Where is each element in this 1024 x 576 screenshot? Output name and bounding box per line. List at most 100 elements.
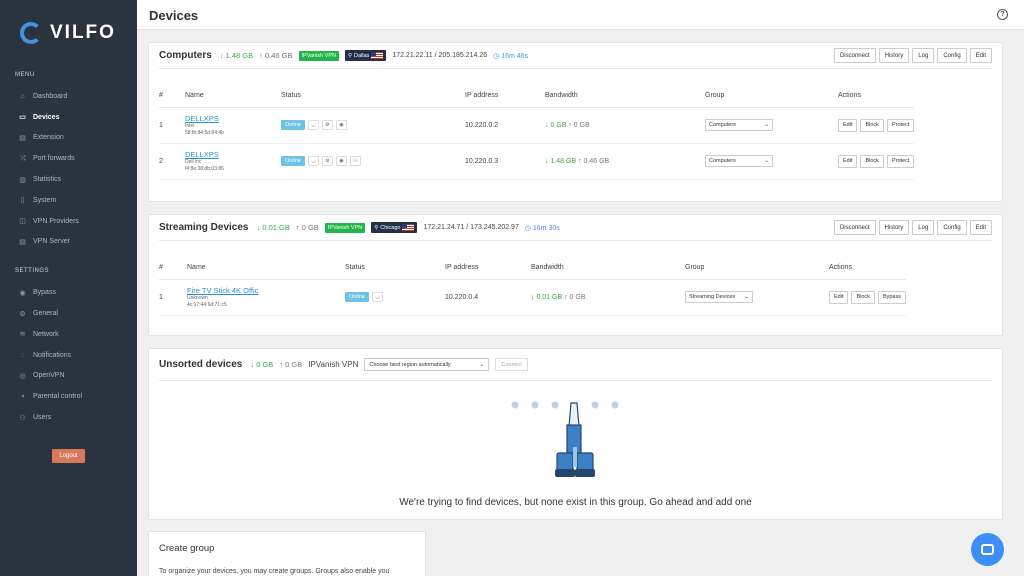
sidebar-item-label: Statistics xyxy=(33,176,62,184)
device-name-link[interactable]: DELLXPS xyxy=(185,114,281,123)
devices-table: # Name Status IP address Bandwidth Group Actio… xyxy=(159,85,915,180)
brand-logo[interactable]: VILFO xyxy=(0,0,137,50)
block-button[interactable]: Block xyxy=(851,290,875,304)
shield-icon[interactable]: ◡ xyxy=(307,120,319,130)
log-button[interactable]: Log xyxy=(912,220,935,235)
help-icon[interactable]: ? xyxy=(997,9,1008,20)
device-vendor: Unknown xyxy=(187,294,208,301)
bandwidth-cell: ↓ 0 GB ↑ 0 GB xyxy=(545,107,705,144)
sidebar-item-notifications[interactable]: ◌ Notifications xyxy=(0,345,137,366)
disconnect-button[interactable]: Disconnect xyxy=(833,220,876,235)
user-icon[interactable]: ⚇ xyxy=(349,156,361,166)
sidebar-item-vpn-providers[interactable]: ◫ VPN Providers xyxy=(0,211,137,232)
vpn-providers-icon: ◫ xyxy=(19,218,26,226)
edit-button[interactable]: Edit xyxy=(969,48,992,63)
eye-icon[interactable]: ◉ xyxy=(335,120,347,130)
actions-cell: Edit Block Protect xyxy=(838,107,915,144)
block-button[interactable]: Block xyxy=(860,118,884,132)
log-button[interactable]: Log xyxy=(912,48,935,63)
sidebar-item-openvpn[interactable]: ◎ OpenVPN xyxy=(0,366,137,387)
upload-stat: ↑ 0 GB xyxy=(279,360,303,369)
group-select[interactable]: Computers ⌄ xyxy=(705,119,773,131)
binoculars-illustration xyxy=(511,401,619,477)
devices-icon: ▭ xyxy=(19,114,26,122)
group-select[interactable]: Computers ⌄ xyxy=(705,155,773,167)
eye-icon[interactable]: ◉ xyxy=(335,156,347,166)
location-label: Dallas xyxy=(354,52,370,59)
sidebar-item-general[interactable]: ⚙ General xyxy=(0,303,137,324)
protect-button[interactable]: Protect xyxy=(886,154,915,168)
row-actions: Edit Block Protect xyxy=(838,154,915,168)
vpn-badge: IPVanish VPN xyxy=(324,222,366,233)
group-uptime: ◷ 16m 30s xyxy=(524,224,560,232)
gear-icon[interactable]: ⚙ xyxy=(321,120,333,130)
logout-button[interactable]: Logout xyxy=(52,449,85,463)
gear-icon[interactable]: ⚙ xyxy=(321,156,333,166)
edit-button[interactable]: Edit xyxy=(838,118,858,132)
group-cell: Computers ⌄ xyxy=(705,143,838,180)
edit-button[interactable]: Edit xyxy=(838,154,858,168)
column-header: Status xyxy=(345,257,445,280)
config-button[interactable]: Config xyxy=(937,220,967,235)
group-ip: 172.21.24.71 / 173.245.202.97 xyxy=(423,224,519,231)
sidebar-item-statistics[interactable]: ▥ Statistics xyxy=(0,169,137,190)
system-icon: ▯ xyxy=(20,197,25,205)
status-group: Online ◡ ⚙ ◉ xyxy=(281,120,465,130)
sidebar-item-dashboard[interactable]: ⌂ Dashboard xyxy=(0,86,137,107)
history-button[interactable]: History xyxy=(878,48,910,63)
sidebar-item-system[interactable]: ▯ System xyxy=(0,190,137,211)
column-header: Actions xyxy=(829,257,906,280)
group-title: Streaming Devices xyxy=(159,222,249,233)
sidebar-item-label: VPN Server xyxy=(33,238,70,246)
statistics-icon: ▥ xyxy=(19,176,26,184)
region-select-value: Choose best region automatically xyxy=(369,361,451,368)
device-name-link[interactable]: Fire TV Stick 4K Offic xyxy=(187,286,345,295)
sidebar-item-network[interactable]: ≋ Network xyxy=(0,324,137,345)
sidebar-item-users[interactable]: ⚇ Users xyxy=(0,407,137,428)
vpn-server-icon: ▤ xyxy=(19,238,26,246)
sidebar-item-bypass[interactable]: ◉ Bypass xyxy=(0,282,137,303)
sidebar-item-vpn-server[interactable]: ▤ VPN Server xyxy=(0,232,137,253)
shield-icon[interactable]: ◡ xyxy=(371,292,383,302)
shield-icon[interactable]: ◡ xyxy=(307,156,319,166)
edit-button[interactable]: Edit xyxy=(829,290,849,304)
disconnect-button[interactable]: Disconnect xyxy=(833,48,876,63)
column-header: Status xyxy=(281,85,465,108)
history-button[interactable]: History xyxy=(878,220,910,235)
edit-button[interactable]: Edit xyxy=(969,220,992,235)
sidebar-item-label: Parental control xyxy=(33,393,83,401)
group-uptime: ◷ 16m 46s xyxy=(493,52,529,60)
connect-button[interactable]: Connect xyxy=(495,358,528,371)
device-name-link[interactable]: DELLXPS xyxy=(185,150,281,159)
us-flag-icon xyxy=(402,224,415,231)
table-row: 1 Fire TV Stick 4K Offic Unknown 4c:17:44:6… xyxy=(159,279,906,316)
group-select[interactable]: Streaming Devices ⌄ xyxy=(685,291,753,303)
sidebar-item-port-forwards[interactable]: ⤨ Port forwards xyxy=(0,148,137,169)
row-actions: Edit Block Bypass xyxy=(829,290,906,304)
block-button[interactable]: Block xyxy=(860,154,884,168)
group-actions: Disconnect History Log Config Edit xyxy=(833,48,992,63)
sidebar-item-label: System xyxy=(33,196,57,204)
config-button[interactable]: Config xyxy=(937,48,967,63)
page-title: Devices xyxy=(149,8,199,23)
bandwidth-cell: ↓ 0.01 GB ↑ 0 GB xyxy=(531,279,685,316)
region-select[interactable]: Choose best region automatically ⌄ xyxy=(364,358,490,371)
protect-button[interactable]: Protect xyxy=(886,118,915,132)
device-name-cell: Fire TV Stick 4K Offic Unknown 4c:17:44:6d… xyxy=(187,279,345,316)
sidebar-item-extension[interactable]: ▤ Extension xyxy=(0,128,137,149)
chat-button[interactable] xyxy=(971,533,1004,566)
chat-icon xyxy=(981,544,994,555)
group-actions: Disconnect History Log Config Edit xyxy=(833,220,992,235)
bypass-button[interactable]: Bypass xyxy=(877,290,906,304)
device-mac: f4:8e:38:db:03:86 xyxy=(185,165,224,172)
network-icon: ≋ xyxy=(19,331,26,339)
device-mac: 58:fb:84:5d:84:4b xyxy=(185,129,224,136)
sidebar-item-label: General xyxy=(33,310,58,318)
upload-stat: ↑ 0 GB xyxy=(295,223,319,232)
sidebar-item-label: Network xyxy=(33,330,59,338)
bandwidth-down: ↓ 0.01 GB xyxy=(531,293,563,301)
sidebar-item-parental-control[interactable]: ◑ Parental control xyxy=(0,386,137,407)
sidebar-item-devices[interactable]: ▭ Devices xyxy=(0,107,137,128)
group-cell: Computers ⌄ xyxy=(705,107,838,144)
bandwidth-down: ↓ 1.48 GB xyxy=(545,157,577,165)
